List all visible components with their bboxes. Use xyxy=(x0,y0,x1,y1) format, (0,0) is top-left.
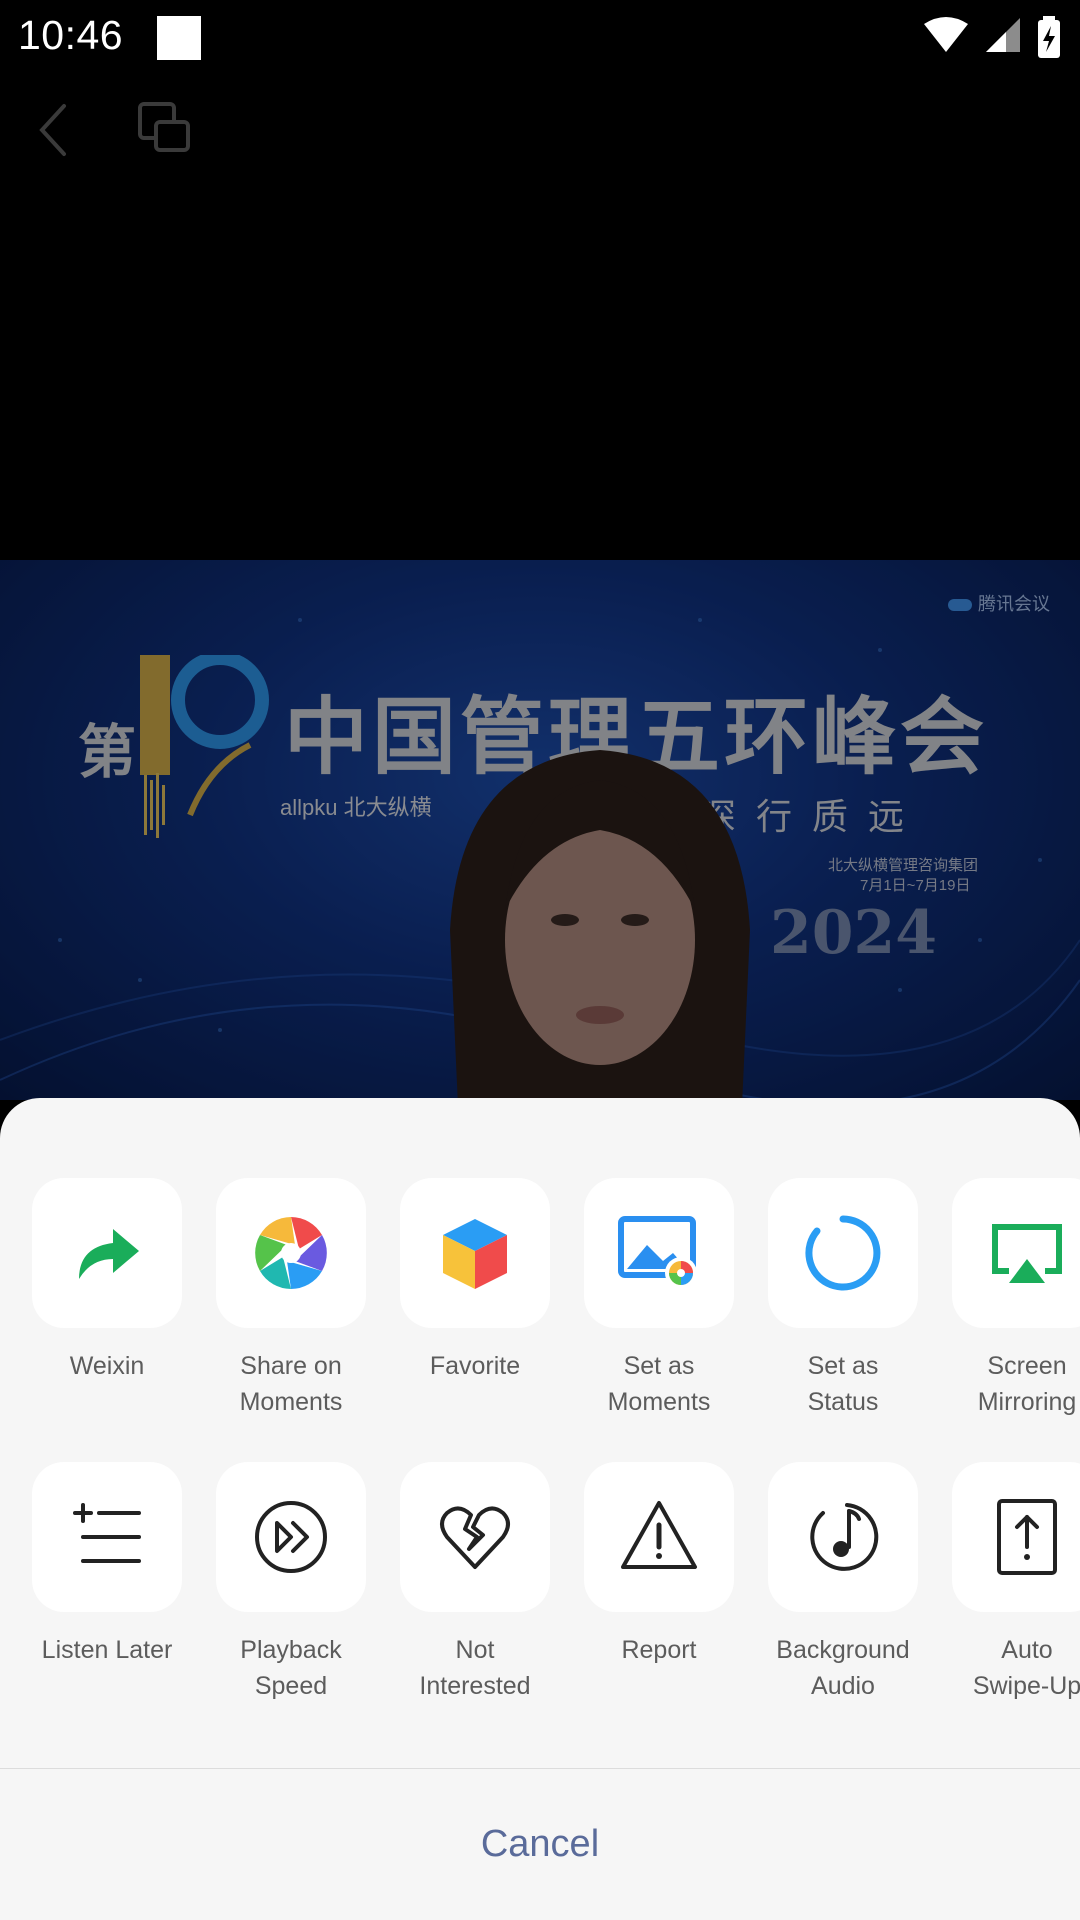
tile xyxy=(216,1462,366,1612)
set-as-status-button[interactable]: Set as Status xyxy=(768,1178,918,1420)
screen-mirroring-button[interactable]: Screen Mirroring xyxy=(952,1178,1080,1420)
cell-signal-icon xyxy=(986,18,1020,52)
status-icons xyxy=(924,14,1062,60)
item-label: Weixin xyxy=(69,1352,145,1380)
tile xyxy=(584,1178,734,1328)
tile xyxy=(400,1462,550,1612)
status-time: 10:46 xyxy=(18,12,124,58)
playback-speed-button[interactable]: Playback Speed xyxy=(216,1462,366,1704)
favorite-button[interactable]: Favorite xyxy=(400,1178,550,1384)
cancel-button[interactable]: Cancel xyxy=(0,1769,1080,1920)
tile xyxy=(32,1178,182,1328)
forward-arrow-icon xyxy=(79,1229,139,1279)
swipe-up-icon xyxy=(997,1499,1057,1575)
warning-triangle-icon xyxy=(621,1501,697,1569)
tile xyxy=(216,1178,366,1328)
dim-overlay xyxy=(0,560,1080,1100)
tile xyxy=(32,1462,182,1612)
auto-swipe-up-button[interactable]: Auto Swipe-Up xyxy=(952,1462,1080,1704)
item-label: Screen Mirroring xyxy=(977,1352,1077,1416)
tile xyxy=(952,1178,1080,1328)
music-note-icon xyxy=(810,1503,879,1571)
item-label: Listen Later xyxy=(41,1636,173,1664)
share-row-1: Weixin Share on Moments Favorite Set as … xyxy=(32,1178,1080,1438)
picture-in-picture-icon xyxy=(138,102,190,152)
background-audio-button[interactable]: Background Audio xyxy=(768,1462,918,1704)
listen-later-button[interactable]: Listen Later xyxy=(32,1462,182,1668)
item-label: Share on Moments xyxy=(239,1352,343,1416)
item-label: Favorite xyxy=(429,1352,521,1380)
share-sheet: Weixin Share on Moments Favorite Set as … xyxy=(0,1098,1080,1920)
moments-aperture-icon xyxy=(255,1217,327,1289)
status-ring-icon xyxy=(805,1215,881,1291)
fast-forward-icon xyxy=(255,1501,327,1573)
status-bar: 10:46 xyxy=(0,0,1080,76)
item-label: Set as Moments xyxy=(607,1352,711,1416)
broken-heart-icon xyxy=(440,1506,510,1569)
pip-button[interactable] xyxy=(136,100,194,158)
tile xyxy=(768,1462,918,1612)
tile xyxy=(584,1462,734,1612)
screen-mirroring-icon xyxy=(992,1224,1062,1283)
item-label: Not Interested xyxy=(419,1636,531,1700)
report-button[interactable]: Report xyxy=(584,1462,734,1668)
tile xyxy=(768,1178,918,1328)
item-label: Background Audio xyxy=(776,1636,910,1700)
back-button[interactable] xyxy=(26,98,82,162)
chevron-left-icon xyxy=(39,104,66,156)
tile xyxy=(400,1178,550,1328)
item-label: Set as Status xyxy=(807,1352,879,1416)
notification-icon xyxy=(157,16,201,60)
share-row-2: Listen Later Playback Speed Not Interest… xyxy=(32,1462,1080,1722)
favorite-cube-icon xyxy=(443,1219,507,1289)
item-label: Playback Speed xyxy=(240,1636,342,1700)
item-label: Report xyxy=(621,1636,697,1664)
image-moments-icon xyxy=(618,1216,697,1289)
video-player[interactable]: 腾讯会议 第 中国管理五环峰会 allpku 北大纵横 深行质远 北大纵横管理咨… xyxy=(0,560,1080,1100)
wifi-icon xyxy=(924,17,968,52)
share-weixin-button[interactable]: Weixin xyxy=(32,1178,182,1384)
tile xyxy=(952,1462,1080,1612)
add-to-list-icon xyxy=(73,1503,141,1563)
share-moments-button[interactable]: Share on Moments xyxy=(216,1178,366,1420)
battery-charging-icon xyxy=(1038,16,1060,58)
not-interested-button[interactable]: Not Interested xyxy=(400,1462,550,1704)
set-as-moments-button[interactable]: Set as Moments xyxy=(584,1178,734,1420)
item-label: Auto Swipe-Up xyxy=(972,1636,1080,1700)
